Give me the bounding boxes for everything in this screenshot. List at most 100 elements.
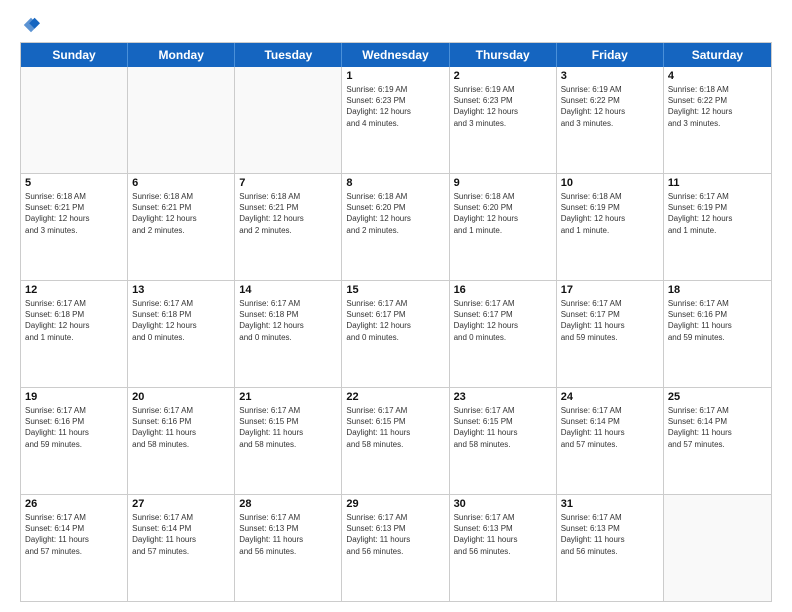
day-number: 28 xyxy=(239,498,337,510)
weekday-header-tuesday: Tuesday xyxy=(235,43,342,67)
day-number: 14 xyxy=(239,284,337,296)
calendar-cell: 4 Sunrise: 6:18 AM Sunset: 6:22 PM Daylig… xyxy=(664,67,771,173)
day-number: 19 xyxy=(25,391,123,403)
day-info: Sunrise: 6:17 AM Sunset: 6:15 PM Dayligh… xyxy=(346,405,444,450)
calendar: SundayMondayTuesdayWednesdayThursdayFrid… xyxy=(20,42,772,602)
day-number: 23 xyxy=(454,391,552,403)
day-number: 18 xyxy=(668,284,767,296)
day-number: 22 xyxy=(346,391,444,403)
calendar-cell: 13 Sunrise: 6:17 AM Sunset: 6:18 PM Dayli… xyxy=(128,281,235,387)
day-number: 26 xyxy=(25,498,123,510)
day-info: Sunrise: 6:17 AM Sunset: 6:14 PM Dayligh… xyxy=(668,405,767,450)
weekday-header-saturday: Saturday xyxy=(664,43,771,67)
calendar-cell: 23 Sunrise: 6:17 AM Sunset: 6:15 PM Dayli… xyxy=(450,388,557,494)
day-info: Sunrise: 6:17 AM Sunset: 6:19 PM Dayligh… xyxy=(668,191,767,236)
day-number: 5 xyxy=(25,177,123,189)
day-info: Sunrise: 6:17 AM Sunset: 6:14 PM Dayligh… xyxy=(561,405,659,450)
calendar-cell: 26 Sunrise: 6:17 AM Sunset: 6:14 PM Dayli… xyxy=(21,495,128,601)
day-number: 31 xyxy=(561,498,659,510)
day-number: 10 xyxy=(561,177,659,189)
day-number: 9 xyxy=(454,177,552,189)
day-info: Sunrise: 6:18 AM Sunset: 6:22 PM Dayligh… xyxy=(668,84,767,129)
calendar-cell: 1 Sunrise: 6:19 AM Sunset: 6:23 PM Daylig… xyxy=(342,67,449,173)
calendar-cell: 8Sunrise: 6:18 AM Sunset: 6:20 PM Daylig… xyxy=(342,174,449,280)
calendar-cell: 15 Sunrise: 6:17 AM Sunset: 6:17 PM Dayli… xyxy=(342,281,449,387)
day-info: Sunrise: 6:17 AM Sunset: 6:17 PM Dayligh… xyxy=(346,298,444,343)
day-info: Sunrise: 6:17 AM Sunset: 6:13 PM Dayligh… xyxy=(454,512,552,557)
day-info: Sunrise: 6:17 AM Sunset: 6:15 PM Dayligh… xyxy=(239,405,337,450)
day-number: 17 xyxy=(561,284,659,296)
calendar-cell: 24 Sunrise: 6:17 AM Sunset: 6:14 PM Dayli… xyxy=(557,388,664,494)
weekday-header-sunday: Sunday xyxy=(21,43,128,67)
calendar-cell xyxy=(235,67,342,173)
day-number: 20 xyxy=(132,391,230,403)
weekday-header-wednesday: Wednesday xyxy=(342,43,449,67)
calendar-cell: 17 Sunrise: 6:17 AM Sunset: 6:17 PM Dayli… xyxy=(557,281,664,387)
calendar-cell xyxy=(128,67,235,173)
day-info: Sunrise: 6:17 AM Sunset: 6:18 PM Dayligh… xyxy=(25,298,123,343)
calendar-cell: 14 Sunrise: 6:17 AM Sunset: 6:18 PM Dayli… xyxy=(235,281,342,387)
day-number: 24 xyxy=(561,391,659,403)
day-info: Sunrise: 6:17 AM Sunset: 6:13 PM Dayligh… xyxy=(346,512,444,557)
calendar-cell: 25Sunrise: 6:17 AM Sunset: 6:14 PM Dayli… xyxy=(664,388,771,494)
day-info: Sunrise: 6:17 AM Sunset: 6:17 PM Dayligh… xyxy=(561,298,659,343)
day-info: Sunrise: 6:17 AM Sunset: 6:14 PM Dayligh… xyxy=(25,512,123,557)
calendar-cell: 31 Sunrise: 6:17 AM Sunset: 6:13 PM Dayli… xyxy=(557,495,664,601)
calendar-cell: 7Sunrise: 6:18 AM Sunset: 6:21 PM Daylig… xyxy=(235,174,342,280)
day-number: 4 xyxy=(668,70,767,82)
calendar-cell xyxy=(664,495,771,601)
calendar-cell: 5 Sunrise: 6:18 AM Sunset: 6:21 PM Daylig… xyxy=(21,174,128,280)
day-number: 1 xyxy=(346,70,444,82)
day-info: Sunrise: 6:17 AM Sunset: 6:13 PM Dayligh… xyxy=(239,512,337,557)
day-number: 2 xyxy=(454,70,552,82)
calendar-cell: 2 Sunrise: 6:19 AM Sunset: 6:23 PM Daylig… xyxy=(450,67,557,173)
day-info: Sunrise: 6:17 AM Sunset: 6:15 PM Dayligh… xyxy=(454,405,552,450)
day-number: 7 xyxy=(239,177,337,189)
calendar-cell: 18 Sunrise: 6:17 AM Sunset: 6:16 PM Dayli… xyxy=(664,281,771,387)
day-info: Sunrise: 6:18 AM Sunset: 6:19 PM Dayligh… xyxy=(561,191,659,236)
calendar-cell: 16Sunrise: 6:17 AM Sunset: 6:17 PM Dayli… xyxy=(450,281,557,387)
day-info: Sunrise: 6:17 AM Sunset: 6:13 PM Dayligh… xyxy=(561,512,659,557)
calendar-cell: 12 Sunrise: 6:17 AM Sunset: 6:18 PM Dayli… xyxy=(21,281,128,387)
day-info: Sunrise: 6:18 AM Sunset: 6:21 PM Dayligh… xyxy=(132,191,230,236)
calendar-row-2: 12 Sunrise: 6:17 AM Sunset: 6:18 PM Dayli… xyxy=(21,280,771,387)
day-number: 6 xyxy=(132,177,230,189)
day-info: Sunrise: 6:17 AM Sunset: 6:16 PM Dayligh… xyxy=(668,298,767,343)
day-info: Sunrise: 6:17 AM Sunset: 6:18 PM Dayligh… xyxy=(239,298,337,343)
weekday-header-thursday: Thursday xyxy=(450,43,557,67)
day-info: Sunrise: 6:17 AM Sunset: 6:16 PM Dayligh… xyxy=(132,405,230,450)
calendar-cell: 9 Sunrise: 6:18 AM Sunset: 6:20 PM Daylig… xyxy=(450,174,557,280)
calendar-cell: 30Sunrise: 6:17 AM Sunset: 6:13 PM Dayli… xyxy=(450,495,557,601)
calendar-cell: 10 Sunrise: 6:18 AM Sunset: 6:19 PM Dayli… xyxy=(557,174,664,280)
day-info: Sunrise: 6:17 AM Sunset: 6:14 PM Dayligh… xyxy=(132,512,230,557)
day-number: 11 xyxy=(668,177,767,189)
calendar-row-4: 26 Sunrise: 6:17 AM Sunset: 6:14 PM Dayli… xyxy=(21,494,771,601)
calendar-cell: 21 Sunrise: 6:17 AM Sunset: 6:15 PM Dayli… xyxy=(235,388,342,494)
calendar-row-3: 19 Sunrise: 6:17 AM Sunset: 6:16 PM Dayli… xyxy=(21,387,771,494)
weekday-header-friday: Friday xyxy=(557,43,664,67)
day-number: 15 xyxy=(346,284,444,296)
calendar-cell: 29 Sunrise: 6:17 AM Sunset: 6:13 PM Dayli… xyxy=(342,495,449,601)
day-number: 29 xyxy=(346,498,444,510)
calendar-cell: 6 Sunrise: 6:18 AM Sunset: 6:21 PM Daylig… xyxy=(128,174,235,280)
calendar-cell: 19Sunrise: 6:17 AM Sunset: 6:16 PM Dayli… xyxy=(21,388,128,494)
calendar-cell: 22 Sunrise: 6:17 AM Sunset: 6:15 PM Dayli… xyxy=(342,388,449,494)
day-info: Sunrise: 6:17 AM Sunset: 6:18 PM Dayligh… xyxy=(132,298,230,343)
header xyxy=(20,16,772,34)
calendar-cell xyxy=(21,67,128,173)
logo-icon xyxy=(22,16,40,34)
day-info: Sunrise: 6:18 AM Sunset: 6:20 PM Dayligh… xyxy=(346,191,444,236)
day-info: Sunrise: 6:19 AM Sunset: 6:23 PM Dayligh… xyxy=(346,84,444,129)
day-info: Sunrise: 6:18 AM Sunset: 6:21 PM Dayligh… xyxy=(25,191,123,236)
calendar-cell: 11 Sunrise: 6:17 AM Sunset: 6:19 PM Dayli… xyxy=(664,174,771,280)
calendar-row-0: 1 Sunrise: 6:19 AM Sunset: 6:23 PM Daylig… xyxy=(21,67,771,173)
day-number: 13 xyxy=(132,284,230,296)
day-number: 3 xyxy=(561,70,659,82)
calendar-body: 1 Sunrise: 6:19 AM Sunset: 6:23 PM Daylig… xyxy=(21,67,771,601)
day-number: 21 xyxy=(239,391,337,403)
day-info: Sunrise: 6:19 AM Sunset: 6:23 PM Dayligh… xyxy=(454,84,552,129)
calendar-header: SundayMondayTuesdayWednesdayThursdayFrid… xyxy=(21,43,771,67)
day-info: Sunrise: 6:18 AM Sunset: 6:20 PM Dayligh… xyxy=(454,191,552,236)
day-number: 12 xyxy=(25,284,123,296)
page: SundayMondayTuesdayWednesdayThursdayFrid… xyxy=(0,0,792,612)
